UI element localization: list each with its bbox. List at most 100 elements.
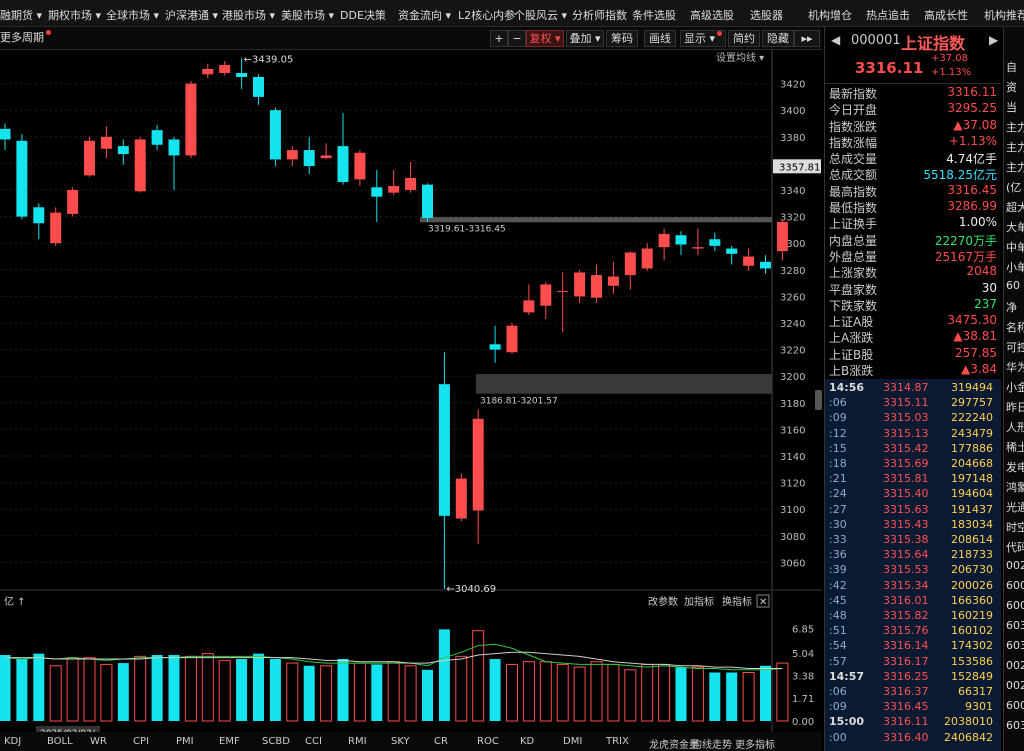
volume-bar <box>16 659 28 721</box>
indicator-tab-11[interactable]: ROC <box>477 736 499 747</box>
edge-item[interactable]: 002 <box>1006 559 1024 572</box>
edge-item[interactable]: 稀土 <box>1006 439 1024 455</box>
edge-item[interactable]: 资 <box>1006 79 1017 95</box>
edge-item[interactable]: 超大 <box>1006 199 1024 215</box>
menu-item-11[interactable]: 条件选股 <box>632 7 676 23</box>
volume-bar <box>404 665 417 722</box>
candle-body <box>692 247 704 249</box>
kline-chart[interactable]: 3060 3080 3100 3120 3140 3160 3180 3200 3220 3240… <box>0 49 822 732</box>
period-alert-dot <box>46 30 51 35</box>
menu-item-6[interactable]: DDE决策 <box>340 7 386 23</box>
edge-item[interactable]: 600 <box>1006 699 1024 712</box>
menu-item-8[interactable]: L2核心内参 <box>458 7 515 23</box>
menu-item-15[interactable]: 热点追击 <box>866 7 910 23</box>
edge-item[interactable]: (亿 <box>1006 179 1021 195</box>
tick-price: 3315.11 <box>883 396 929 410</box>
volume-bar <box>556 663 569 722</box>
menu-item-13[interactable]: 选股器 <box>750 7 783 23</box>
edge-item[interactable]: 光通 <box>1006 499 1024 515</box>
edge-item[interactable]: 小金 <box>1006 379 1024 395</box>
edge-item[interactable]: 603 <box>1006 719 1024 732</box>
indicator-tab-1[interactable]: BOLL <box>47 736 73 747</box>
menu-item-7[interactable]: 资金流向 ▾ <box>398 7 451 23</box>
indicator-tab-0[interactable]: KDJ <box>4 736 21 747</box>
display-button[interactable]: 显示 ▾ <box>680 30 726 47</box>
edge-item[interactable]: 发电 <box>1006 459 1024 475</box>
edge-item[interactable]: 代码 <box>1006 539 1024 555</box>
more-arrows-button[interactable]: ▸▸ <box>794 30 820 47</box>
next-stock-icon[interactable]: ▶ <box>989 33 998 47</box>
menu-item-1[interactable]: 期权市场 ▾ <box>48 7 101 23</box>
edge-item[interactable]: 002 <box>1006 659 1024 672</box>
indicator-tab-17[interactable]: 更多指标 <box>735 736 775 751</box>
restore-rights-button[interactable]: 复权 ▾ <box>526 30 564 47</box>
menu-item-2[interactable]: 全球市场 ▾ <box>106 7 159 23</box>
edge-item[interactable]: 可控 <box>1006 339 1024 355</box>
prev-stock-icon[interactable]: ◀ <box>831 33 840 47</box>
edge-item[interactable]: 主力 <box>1006 139 1024 155</box>
tick-row: 15:00 3316.11 2038010 <box>825 715 1001 729</box>
hide-button[interactable]: 隐藏 <box>762 30 794 47</box>
edge-item[interactable]: 净 <box>1006 299 1017 315</box>
chips-button[interactable]: 筹码 <box>606 30 638 47</box>
edge-item[interactable]: 人形 <box>1006 419 1024 435</box>
stat-value: 3475.30 <box>947 313 997 328</box>
indicator-tab-5[interactable]: EMF <box>219 736 240 747</box>
edge-item[interactable]: 600 <box>1006 579 1024 592</box>
edge-item[interactable]: 60 <box>1006 279 1020 292</box>
panel-collapse-handle[interactable] <box>815 390 822 410</box>
indicator-tab-4[interactable]: PMI <box>176 736 194 747</box>
edge-item[interactable]: 昨日 <box>1006 399 1024 415</box>
edge-item[interactable]: 主力 <box>1006 119 1024 135</box>
indicator-tab-9[interactable]: SKY <box>391 736 410 747</box>
menu-item-9[interactable]: 个股风云 ▾ <box>514 7 567 23</box>
menu-item-17[interactable]: 机构推荐 <box>984 7 1024 23</box>
indicator-tab-12[interactable]: KD <box>520 736 534 747</box>
indicator-tab-6[interactable]: SCBD <box>262 736 290 747</box>
edge-item[interactable]: 小单 <box>1006 259 1024 275</box>
edge-item[interactable]: 603 <box>1006 619 1024 632</box>
stat-row: 内盘总量 22270万手 <box>825 231 1001 248</box>
overlay-button[interactable]: 叠加 ▾ <box>566 30 604 47</box>
edge-item[interactable]: 603 <box>1006 639 1024 652</box>
fund-flow-edge-panel[interactable]: 自资当主力主力主力(亿超大大单中单小单60净名称可控华为小金昨日人形稀土发电鸿蒙… <box>1003 27 1024 751</box>
tick-volume: 222240 <box>951 411 993 425</box>
edge-item[interactable]: 大单 <box>1006 219 1024 235</box>
edge-item[interactable]: 中单 <box>1006 239 1024 255</box>
indicator-tab-3[interactable]: CPI <box>133 736 149 747</box>
indicator-tab-7[interactable]: CCI <box>305 736 322 747</box>
menu-item-14[interactable]: 机构增仓 <box>808 7 852 23</box>
edge-item[interactable]: 当 <box>1006 99 1017 115</box>
tick-time: :42 <box>829 578 847 592</box>
menu-item-5[interactable]: 美股市场 ▾ <box>281 7 334 23</box>
edge-item[interactable]: 华为 <box>1006 359 1024 375</box>
indicator-tab-10[interactable]: CR <box>434 736 448 747</box>
indicator-tab-14[interactable]: TRIX <box>606 736 629 747</box>
edge-item[interactable]: 鸿蒙 <box>1006 479 1024 495</box>
tick-list[interactable]: 14:56 3314.87 319494:06 3315.11 297757:09 331… <box>825 379 1001 751</box>
draw-line-button[interactable]: 画线 <box>644 30 676 47</box>
menu-item-3[interactable]: 沪深港通 ▾ <box>165 7 218 23</box>
indicator-tab-16[interactable]: 均线走势 <box>692 736 732 751</box>
indicator-tabs: KDJ BOLL WR CPI PMI EMF SCBD CCI RMI SKY CR ROC KD DM… <box>0 732 822 751</box>
menu-item-10[interactable]: 分析师指数 <box>572 7 627 23</box>
edge-item[interactable]: 时空 <box>1006 519 1024 535</box>
zoom-in-button[interactable]: + <box>490 30 508 47</box>
menu-item-16[interactable]: 高成长性 <box>924 7 968 23</box>
menu-item-0[interactable]: 融期货 ▾ <box>0 7 42 23</box>
brief-mode-button[interactable]: 简约 <box>728 30 760 47</box>
volume-bar <box>675 667 687 721</box>
period-selector[interactable]: 更多周期 <box>0 30 52 45</box>
edge-item[interactable]: 600 <box>1006 599 1024 612</box>
zoom-out-button[interactable]: − <box>508 30 526 47</box>
menu-item-4[interactable]: 港股市场 ▾ <box>222 7 275 23</box>
edge-item[interactable]: 002 <box>1006 679 1024 692</box>
tick-row: :48 3315.82 160219 <box>825 609 1001 623</box>
edge-item[interactable]: 主力 <box>1006 159 1024 175</box>
indicator-tab-2[interactable]: WR <box>90 736 107 747</box>
edge-item[interactable]: 自 <box>1006 59 1017 75</box>
edge-item[interactable]: 名称 <box>1006 319 1024 335</box>
indicator-tab-8[interactable]: RMI <box>348 736 367 747</box>
menu-item-12[interactable]: 高级选股 <box>690 7 734 23</box>
indicator-tab-13[interactable]: DMI <box>563 736 582 747</box>
